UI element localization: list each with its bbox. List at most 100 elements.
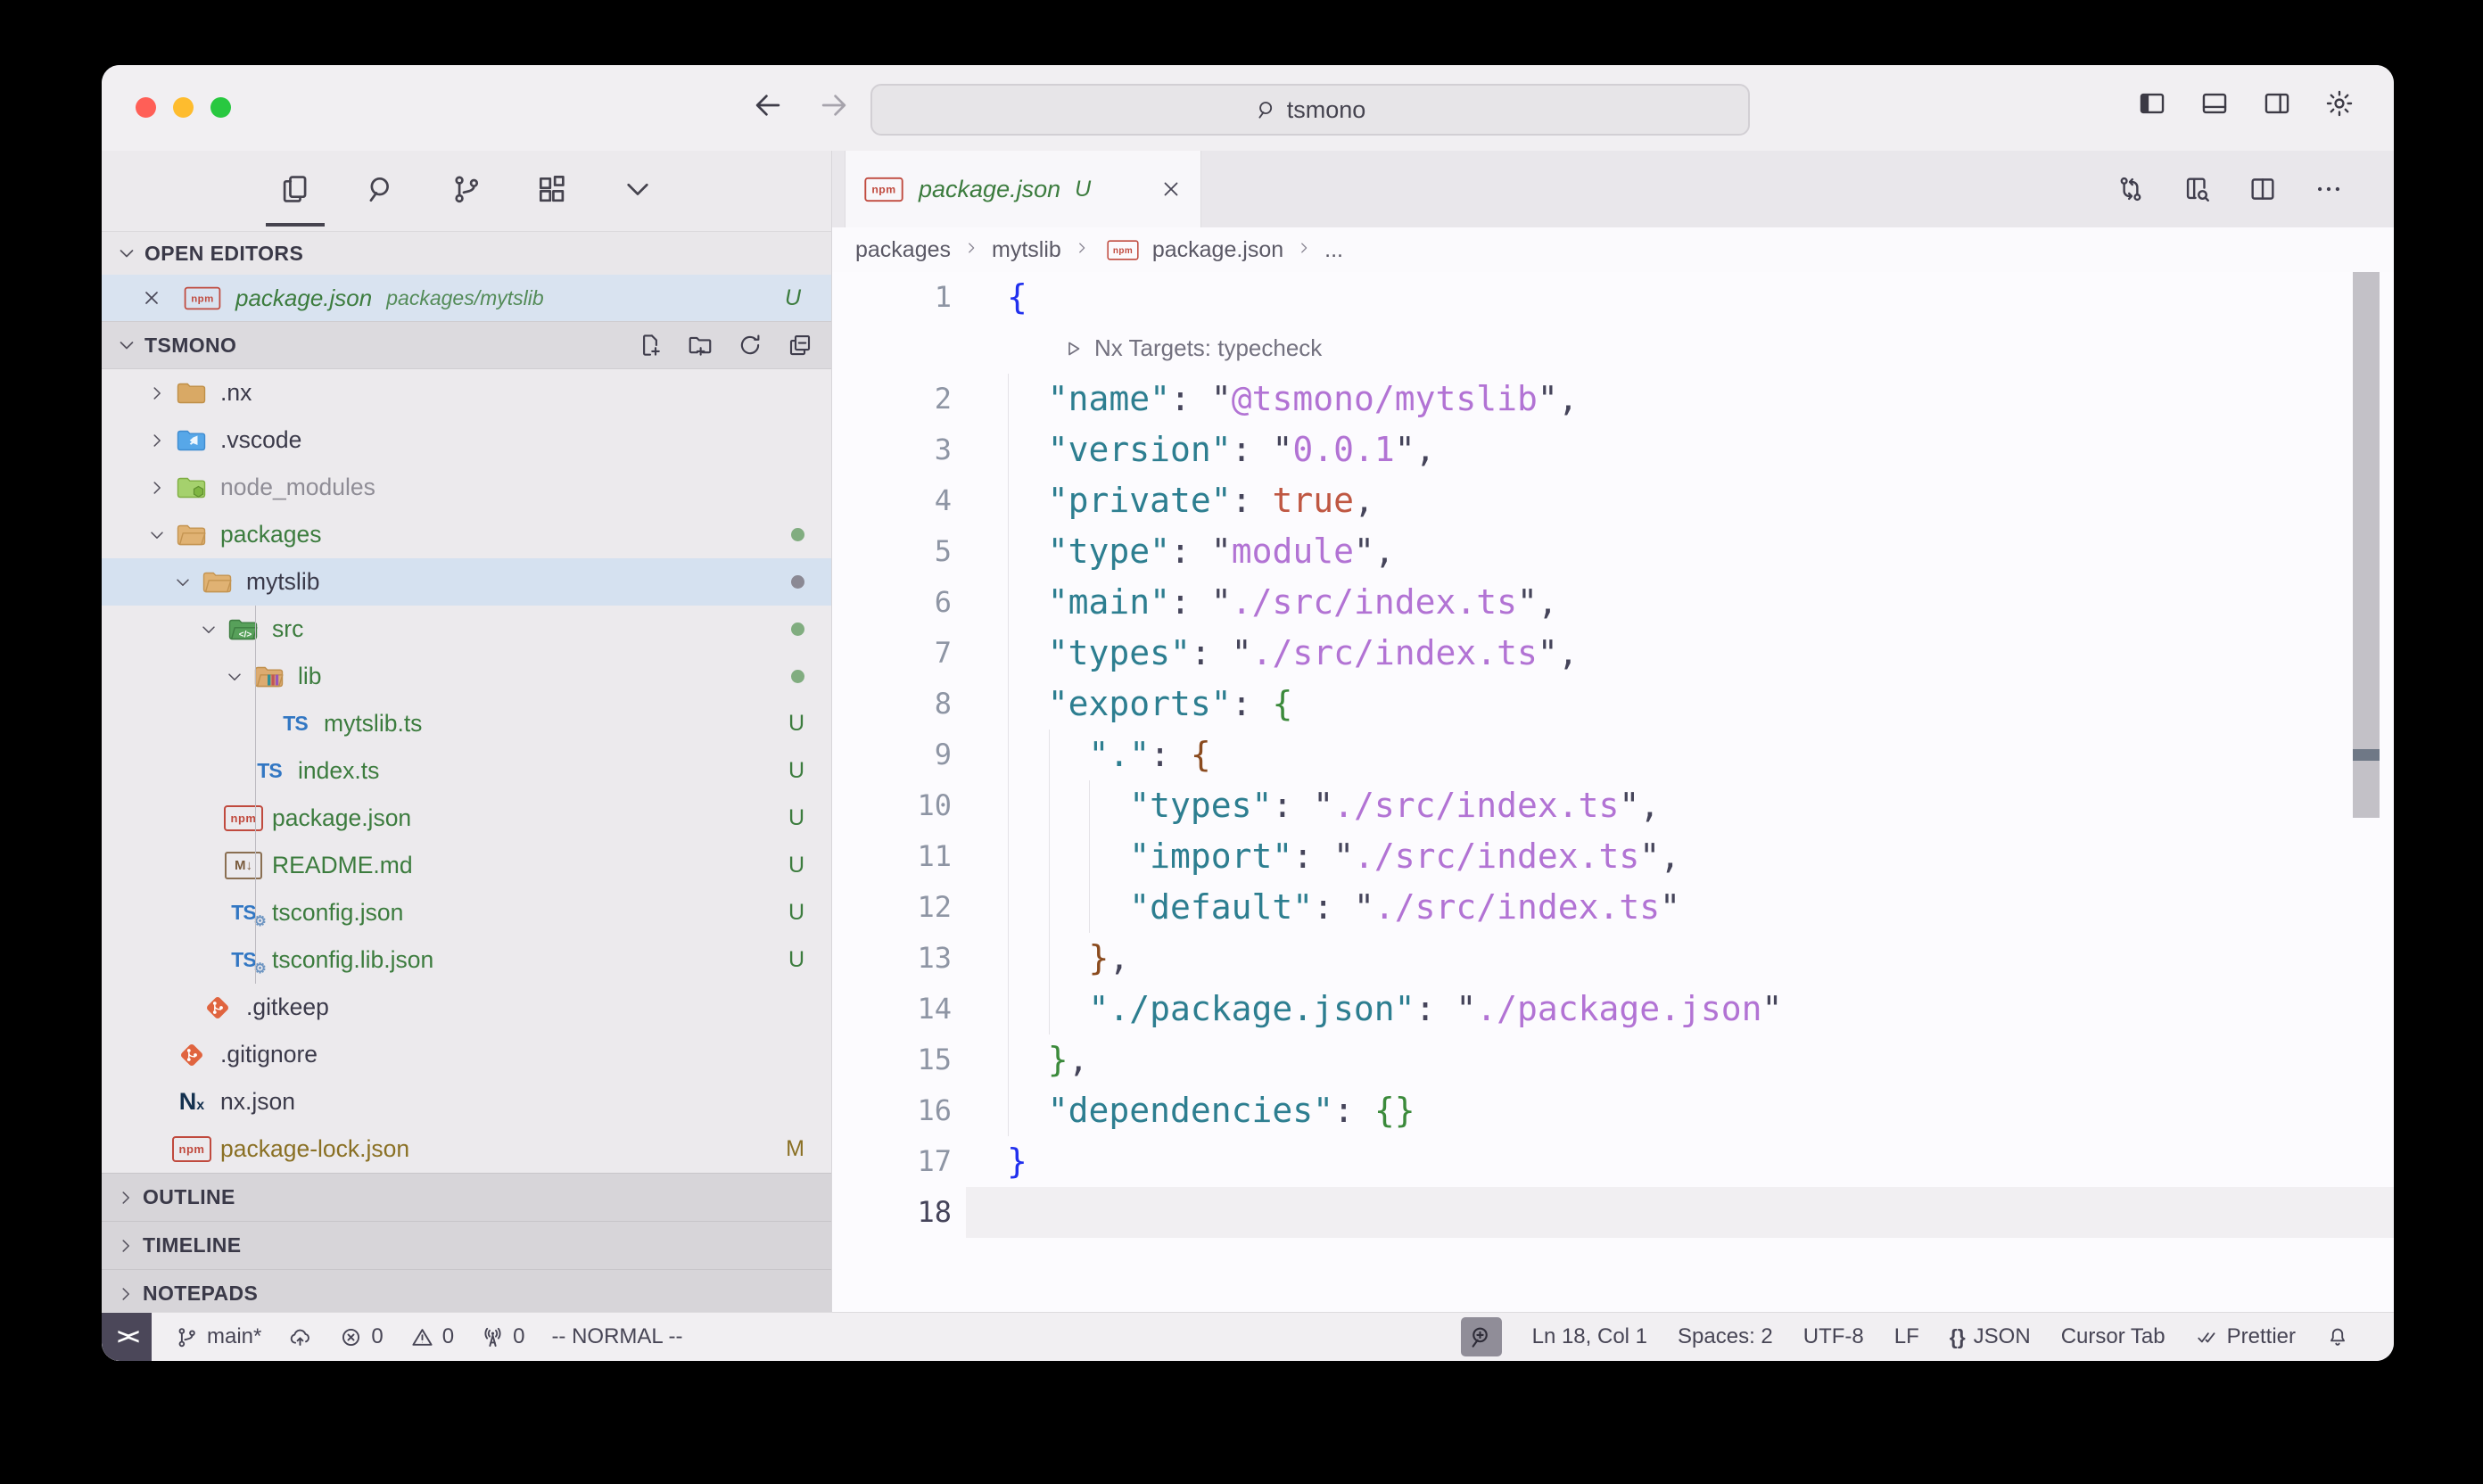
ellipsis-icon[interactable] [2314,174,2344,204]
tree-item-node-modules[interactable]: node_modules [102,464,831,511]
close-editor-icon[interactable] [141,287,162,309]
panel-header-outline[interactable]: OUTLINE [102,1173,831,1221]
tree-item-packages[interactable]: packages [102,511,831,558]
activity-item-source-control[interactable] [446,167,487,216]
code-token [1007,430,1048,469]
breadcrumb-item-mytslib[interactable]: mytslib [992,237,1061,263]
code-line-13: 13 }, [832,933,2394,984]
tree-item-readme-md[interactable]: M↓README.mdU [102,842,831,889]
tree-item-tsconfig-lib-json[interactable]: TS⚙tsconfig.lib.jsonU [102,936,831,984]
folder-open-icon [172,517,211,553]
new-file-icon[interactable] [637,332,664,359]
status-cursor-tab[interactable]: Cursor Tab [2061,1324,2165,1349]
status-git-branch[interactable]: main* [175,1324,261,1349]
status-label: Spaces: 2 [1678,1324,1773,1349]
tree-item-nx-json[interactable]: Nxnx.json [102,1078,831,1125]
forward-button[interactable] [817,88,851,122]
activity-item-more[interactable] [617,167,658,216]
open-editor-item[interactable]: npmpackage.jsonpackages/mytslibU [102,275,831,321]
activity-item-search[interactable] [360,167,401,216]
code-token: } [1048,1040,1068,1079]
code-token: module [1232,532,1354,571]
panel-right-icon[interactable] [2262,88,2292,119]
activity-item-explorer[interactable] [275,167,316,216]
tree-item-mytslib-ts[interactable]: TSmytslib.tsU [102,700,831,747]
refresh-icon[interactable] [737,332,763,359]
status-warnings[interactable]: 0 [410,1324,454,1349]
tree-item-mytslib[interactable]: mytslib [102,558,831,606]
line-number: 14 [832,984,1007,1035]
status-notifications[interactable] [2326,1325,2349,1348]
error-icon [339,1325,363,1349]
editor-scrollbar[interactable] [2353,272,2380,818]
activity-item-extensions[interactable] [532,167,573,216]
line-number: 16 [832,1085,1007,1136]
status-sync[interactable] [288,1325,312,1349]
tree-item--vscode[interactable]: .vscode [102,416,831,464]
code-line-text: "dependencies": {} [1007,1085,1415,1136]
status-formatter[interactable]: Prettier [2196,1324,2296,1349]
status-language-mode[interactable]: {}JSON [1950,1324,2031,1349]
tab-package-json[interactable]: npm package.json U [845,151,1201,227]
tree-item--nx[interactable]: .nx [102,369,831,416]
activity-bar [102,151,831,231]
code-area[interactable]: 1{Nx Targets: typecheck2 "name": "@tsmon… [832,272,2394,1313]
panel-header-notepads[interactable]: NOTEPADS [102,1269,831,1313]
remote-indicator[interactable]: >< [102,1313,152,1361]
status-ports[interactable]: 0 [481,1324,524,1349]
status-eol[interactable]: LF [1894,1324,1919,1349]
status-encoding[interactable]: UTF-8 [1803,1324,1864,1349]
tree-item-src[interactable]: </>src [102,606,831,653]
line-number: 6 [832,577,1007,628]
code-token: " [1538,379,1558,418]
status-zoom-indicator[interactable] [1461,1317,1502,1356]
code-token: ./src/index.ts [1232,582,1517,622]
code-line-5: 5 "type": "module", [832,526,2394,577]
panel-bottom-icon[interactable] [2199,88,2230,119]
npm-icon: npm [863,177,904,202]
compare-changes-icon[interactable] [2116,174,2146,204]
tree-item--gitkeep[interactable]: .gitkeep [102,984,831,1031]
code-line-text: "version": "0.0.1", [1007,425,1436,475]
open-editors-header[interactable]: OPEN EDITORS [102,231,831,275]
back-button[interactable] [751,88,785,122]
tree-item-tsconfig-json[interactable]: TS⚙tsconfig.jsonU [102,889,831,936]
panel-header-timeline[interactable]: TIMELINE [102,1221,831,1269]
close-window-button[interactable] [136,97,156,118]
command-center-search[interactable]: tsmono [870,84,1750,136]
tree-item-package-lock-json[interactable]: npmpackage-lock.jsonM [102,1125,831,1173]
git-status-badge: M [786,1136,804,1162]
collapse-all-icon[interactable] [787,332,813,359]
code-token: " [1354,887,1374,927]
status-indentation[interactable]: Spaces: 2 [1678,1324,1773,1349]
status-cursor-position[interactable]: Ln 18, Col 1 [1532,1324,1647,1349]
tree-item--gitignore[interactable]: .gitignore [102,1031,831,1078]
codelens-nx-targets[interactable]: Nx Targets: typecheck [832,323,2394,374]
ts-icon: TS [276,706,315,742]
code-token: 0.0.1 [1292,430,1394,469]
breadcrumb-item-more[interactable]: ... [1324,237,1343,263]
minimize-window-button[interactable] [173,97,194,118]
tree-item-index-ts[interactable]: TSindex.tsU [102,747,831,795]
panel-left-icon[interactable] [2137,88,2167,119]
tree-item-lib[interactable]: lib [102,653,831,700]
code-token [1007,989,1089,1028]
status-errors[interactable]: 0 [339,1324,383,1349]
code-token: ./package.json [1476,989,1761,1028]
bell-icon [2326,1325,2349,1348]
zoom-window-button[interactable] [210,97,231,118]
close-tab-icon[interactable] [1159,177,1183,201]
file-tree: .nx.vscodenode_modulespackagesmytslib</>… [102,369,831,1173]
explorer-header[interactable]: TSMONO [102,321,831,369]
line-number: 12 [832,882,1007,933]
tree-item-package-json[interactable]: npmpackage.jsonU [102,795,831,842]
open-editor-description: packages/mytslib [386,286,543,310]
breadcrumb-item-packages[interactable]: packages [855,237,951,263]
split-editor-icon[interactable] [2248,174,2278,204]
status-vim-mode[interactable]: -- NORMAL -- [551,1324,682,1349]
gear-icon[interactable] [2324,88,2355,119]
open-preview-icon[interactable] [2182,174,2212,204]
code-token: : [1170,379,1211,418]
breadcrumb-item-packagejson[interactable]: npmpackage.json [1102,237,1283,263]
new-folder-icon[interactable] [687,332,714,359]
